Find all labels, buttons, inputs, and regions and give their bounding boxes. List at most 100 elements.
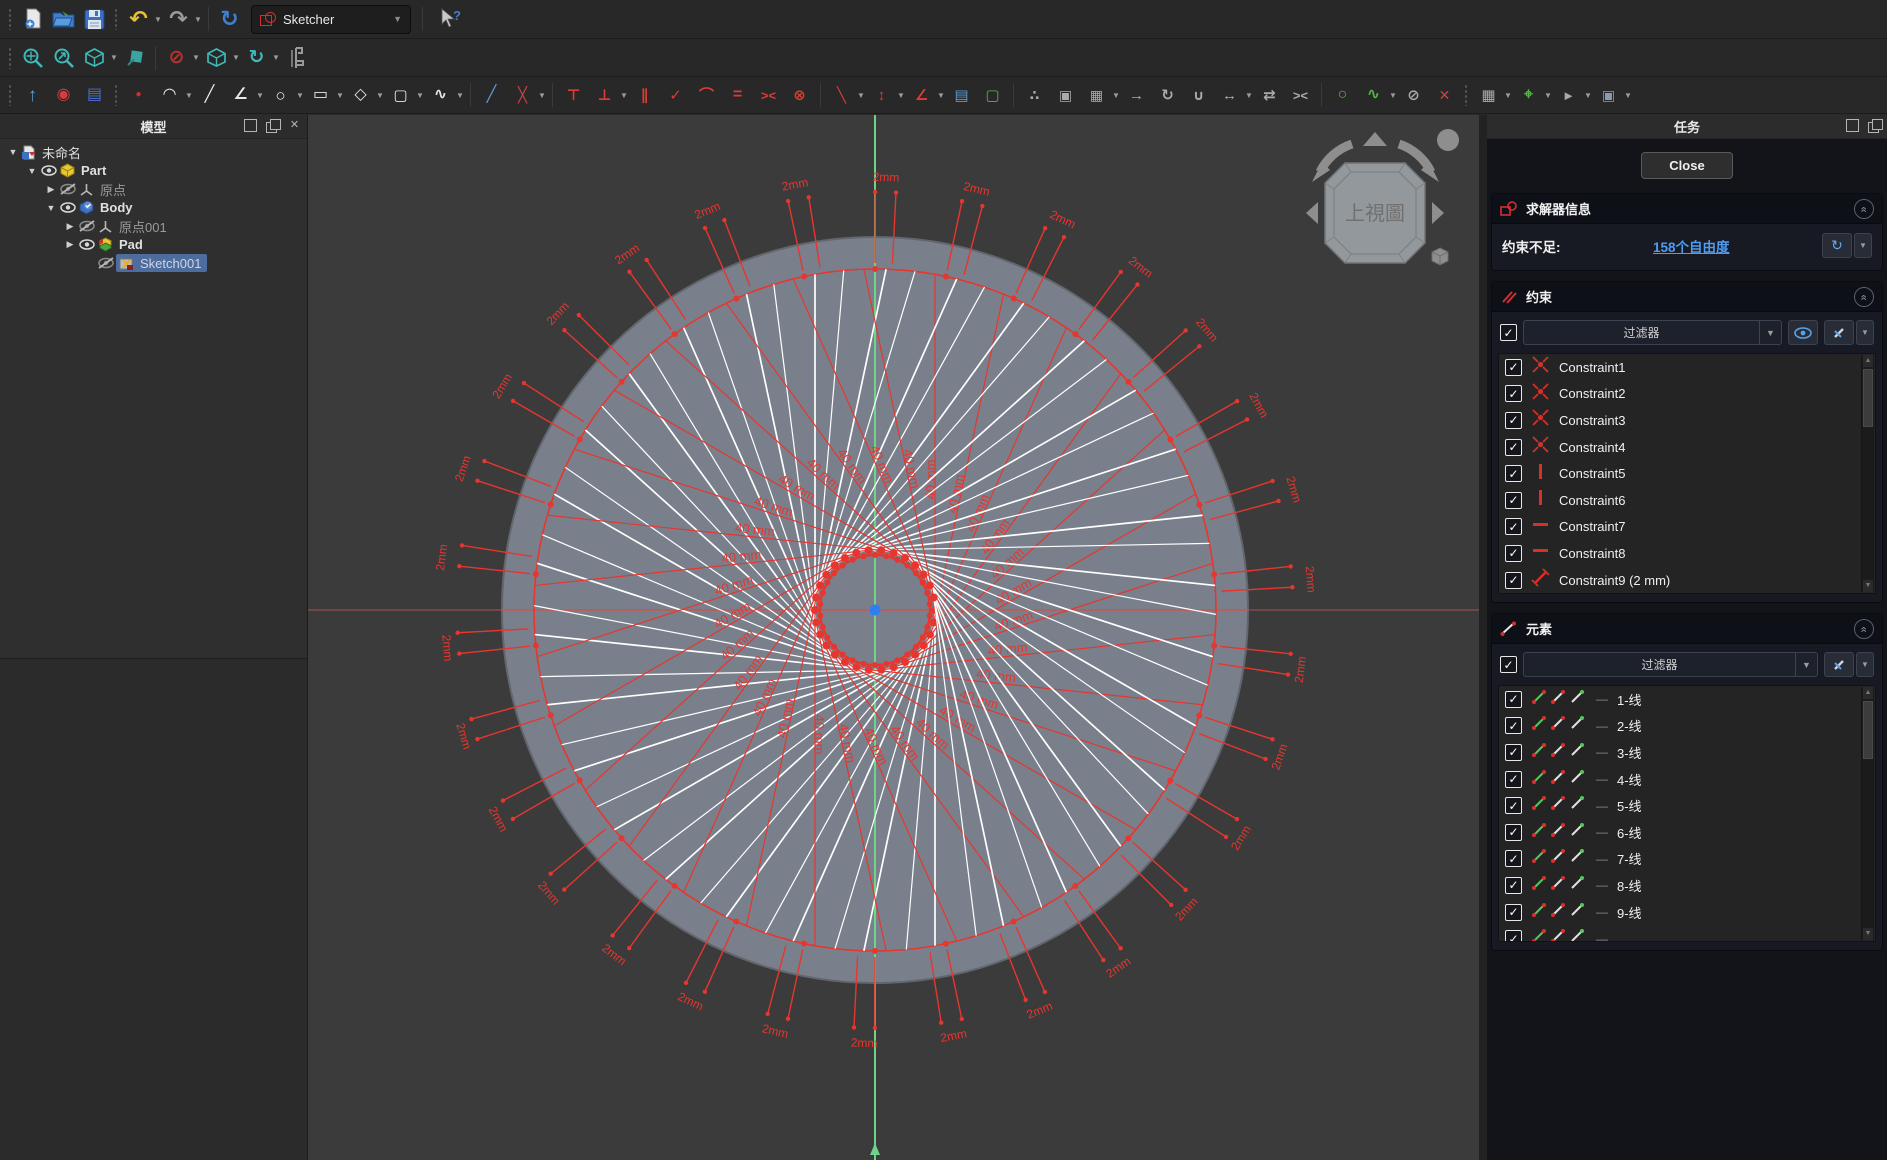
sketch-tools-button-dropdown[interactable]: ▼: [1623, 91, 1633, 100]
constraints-settings-button[interactable]: [1824, 320, 1854, 345]
toolbar-grip[interactable]: [1464, 84, 1469, 106]
constraint-row[interactable]: [1499, 593, 1875, 594]
undo-button[interactable]: ↶: [125, 6, 152, 33]
create-line-button[interactable]: ╱: [196, 82, 223, 109]
redo-button-dropdown[interactable]: ▼: [193, 15, 203, 24]
sync-view-button-dropdown[interactable]: ▼: [271, 53, 281, 62]
constraint-row[interactable]: Constraint9 (2 mm): [1499, 567, 1875, 594]
create-slot-button[interactable]: ▢: [387, 82, 414, 109]
tree-item-原点[interactable]: ▶原点: [0, 180, 307, 199]
constraint-checkbox[interactable]: [1505, 572, 1522, 589]
constrain-distance-x-button-dropdown[interactable]: ▼: [896, 91, 906, 100]
constraint-row[interactable]: Constraint5: [1499, 460, 1875, 487]
constrain-vertical-button[interactable]: ⊥: [591, 82, 618, 109]
render-order-button-dropdown[interactable]: ▼: [1583, 91, 1593, 100]
save-button[interactable]: [81, 6, 108, 33]
element-row[interactable]: —1-线: [1499, 686, 1875, 713]
element-row[interactable]: —8-线: [1499, 872, 1875, 899]
box-selection-button[interactable]: [203, 44, 230, 71]
element-row[interactable]: —: [1499, 925, 1875, 942]
toggle-driving-constraint-button[interactable]: ▤: [948, 82, 975, 109]
constraint-row[interactable]: Constraint1: [1499, 354, 1875, 381]
constraint-row[interactable]: Constraint7: [1499, 514, 1875, 541]
constraint-checkbox[interactable]: [1505, 518, 1522, 535]
join-curves-button[interactable]: ><: [1287, 82, 1314, 109]
collapse-section-button[interactable]: «: [1854, 287, 1874, 307]
element-row[interactable]: —2-线: [1499, 713, 1875, 740]
solver-refresh-button[interactable]: ↻: [1822, 233, 1852, 258]
constraint-row[interactable]: Constraint8: [1499, 540, 1875, 567]
element-row[interactable]: —7-线: [1499, 846, 1875, 873]
toggle-grid-button[interactable]: ▦: [1475, 82, 1502, 109]
constraints-settings-dropdown[interactable]: ▼: [1856, 320, 1874, 345]
dof-link[interactable]: 158个自由度: [1569, 236, 1815, 256]
element-row[interactable]: —6-线: [1499, 819, 1875, 846]
constrain-parallel-button[interactable]: ∥: [631, 82, 658, 109]
create-bspline-button-dropdown[interactable]: ▼: [455, 91, 465, 100]
create-bspline-button[interactable]: ∿: [427, 82, 454, 109]
element-checkbox[interactable]: [1505, 930, 1522, 942]
undo-button-dropdown[interactable]: ▼: [153, 15, 163, 24]
visibility-off-icon[interactable]: [96, 257, 116, 269]
fit-selection-button[interactable]: [50, 44, 77, 71]
element-row[interactable]: —5-线: [1499, 792, 1875, 819]
constrain-vertical-button-dropdown[interactable]: ▼: [619, 91, 629, 100]
create-polyline-button[interactable]: ∠: [227, 82, 254, 109]
sketch-tools-button[interactable]: ▣: [1595, 82, 1622, 109]
create-circle-button-dropdown[interactable]: ▼: [295, 91, 305, 100]
create-polygon-button[interactable]: ◇: [347, 82, 374, 109]
element-checkbox[interactable]: [1505, 771, 1522, 788]
create-polygon-button-dropdown[interactable]: ▼: [375, 91, 385, 100]
visibility-on-icon[interactable]: [58, 202, 78, 213]
constraint-checkbox[interactable]: [1505, 359, 1522, 376]
create-arc-button-dropdown[interactable]: ▼: [184, 91, 194, 100]
tree-item-pad[interactable]: ▶Pad: [0, 236, 307, 255]
view-sketch-button[interactable]: ◉: [50, 82, 77, 109]
render-order-button[interactable]: ►: [1555, 82, 1582, 109]
element-checkbox[interactable]: [1505, 744, 1522, 761]
fit-all-button[interactable]: [19, 44, 46, 71]
workbench-selector[interactable]: Sketcher ▼: [251, 5, 411, 34]
constrain-coincident-button[interactable]: ⊤: [560, 82, 587, 109]
isometric-view-button-dropdown[interactable]: ▼: [109, 53, 119, 62]
constrain-equal-button[interactable]: =: [724, 82, 751, 109]
draw-style-button-dropdown[interactable]: ▼: [191, 53, 201, 62]
constraints-scrollbar[interactable]: ▲▼: [1861, 355, 1874, 592]
constrain-block-button[interactable]: ⊗: [786, 82, 813, 109]
create-rectangle-button[interactable]: ▭: [307, 82, 334, 109]
rotate-button[interactable]: ↻: [1154, 82, 1181, 109]
toggle-snap-button[interactable]: ⌖: [1515, 82, 1542, 109]
tree-item-sketch001[interactable]: Sketch001: [0, 254, 307, 273]
panel-float-button[interactable]: [244, 119, 257, 132]
toggle-grid-button-dropdown[interactable]: ▼: [1503, 91, 1513, 100]
viewport-3d[interactable]: 40 mm2mm40 mm2mm40 mm2mm40 mm2mm40 mm2mm…: [308, 115, 1479, 1160]
elements-settings-button[interactable]: [1824, 652, 1854, 677]
create-point-button[interactable]: ●: [125, 82, 152, 109]
axonometric-button[interactable]: [121, 44, 148, 71]
constrain-distance-x-button[interactable]: ↕: [868, 82, 895, 109]
remove-axes-alignment-button[interactable]: ⇄: [1256, 82, 1283, 109]
element-row[interactable]: —9-线: [1499, 899, 1875, 926]
refresh-button[interactable]: ↻: [216, 6, 243, 33]
element-row[interactable]: —4-线: [1499, 766, 1875, 793]
toggle-snap-button-dropdown[interactable]: ▼: [1543, 91, 1553, 100]
panel-overlay-button[interactable]: [266, 119, 279, 132]
box-selection-button-dropdown[interactable]: ▼: [231, 53, 241, 62]
element-checkbox[interactable]: [1505, 691, 1522, 708]
element-checkbox[interactable]: [1505, 877, 1522, 894]
visibility-on-icon[interactable]: [39, 165, 59, 176]
element-checkbox[interactable]: [1505, 797, 1522, 814]
whats-this-button[interactable]: ?: [436, 6, 463, 33]
bspline-tools-button-dropdown[interactable]: ▼: [1388, 91, 1398, 100]
constrain-angle-button-dropdown[interactable]: ▼: [936, 91, 946, 100]
toolbar-grip[interactable]: [8, 8, 13, 30]
sync-view-button[interactable]: ↻: [243, 44, 270, 71]
visibility-off-icon[interactable]: [77, 220, 97, 232]
tree-expander-icon[interactable]: ▶: [44, 184, 58, 195]
constrain-distance-button-dropdown[interactable]: ▼: [856, 91, 866, 100]
offset-button[interactable]: ∪: [1185, 82, 1212, 109]
tree-item-原点001[interactable]: ▶原点001: [0, 217, 307, 236]
open-file-button[interactable]: [50, 6, 77, 33]
toolbar-grip[interactable]: [8, 47, 13, 69]
redo-button[interactable]: ↷: [165, 6, 192, 33]
